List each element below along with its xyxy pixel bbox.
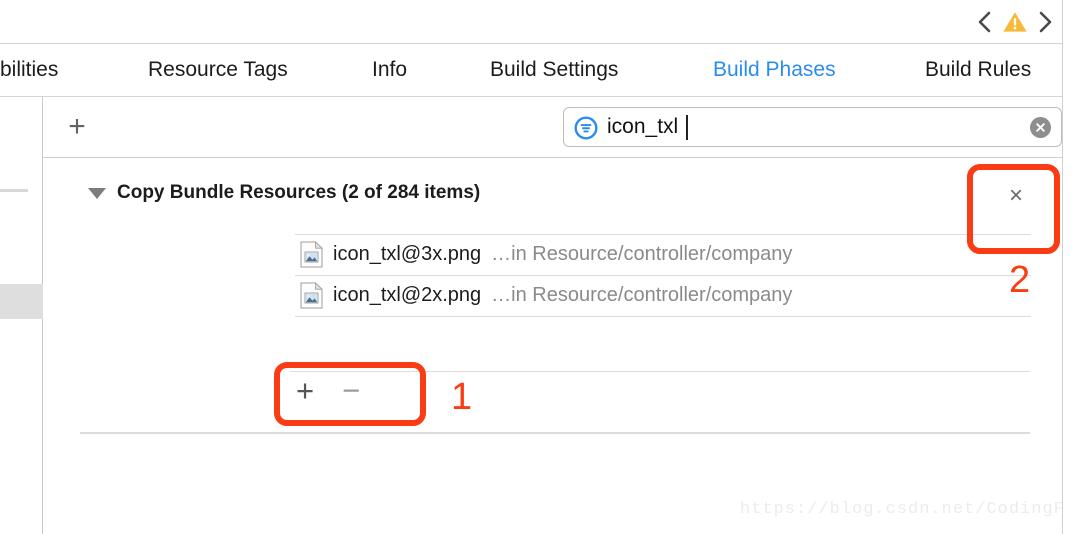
right-edge-fill <box>1063 0 1076 534</box>
list-separator-mid <box>295 275 1031 276</box>
warning-triangle-icon[interactable] <box>1002 10 1028 34</box>
annotation-label-1: 1 <box>451 376 473 418</box>
add-remove-buttons: + − <box>296 375 360 406</box>
add-phase-button[interactable]: + <box>59 109 95 145</box>
annotation-box-2 <box>967 164 1060 254</box>
add-file-button[interactable]: + <box>296 375 314 406</box>
tab-build-rules[interactable]: Build Rules <box>925 44 1031 96</box>
list-separator-top <box>295 234 1031 235</box>
tab-resource-tags[interactable]: Resource Tags <box>148 44 288 96</box>
file-name: icon_txl@3x.png <box>333 242 482 265</box>
phase-header[interactable]: Copy Bundle Resources (2 of 284 items) <box>88 182 480 204</box>
phase-toolbar: + icon_txl <box>43 97 1062 158</box>
sidebar-selected-item[interactable] <box>0 284 43 319</box>
filter-circle-icon[interactable] <box>574 116 598 140</box>
phase-close-button[interactable]: × <box>1003 183 1029 209</box>
file-path: …in Resource/controller/company <box>491 242 793 265</box>
footer-separator-top <box>290 371 1030 372</box>
sidebar-divider <box>0 189 28 192</box>
tab-capabilities[interactable]: bilities <box>0 44 58 96</box>
search-input-value[interactable]: icon_txl <box>607 108 678 146</box>
clear-search-button[interactable] <box>1030 117 1051 138</box>
xcode-build-phases-screen: bilities Resource Tags Info Build Settin… <box>0 0 1076 534</box>
tab-build-settings[interactable]: Build Settings <box>490 44 618 96</box>
png-file-icon <box>300 240 323 267</box>
text-caret <box>686 115 688 140</box>
editor-tab-bar: bilities Resource Tags Info Build Settin… <box>0 44 1076 97</box>
top-bar <box>0 0 1076 44</box>
annotation-label-2: 2 <box>1009 259 1031 301</box>
navigation-cluster <box>976 0 1054 44</box>
list-separator-bottom <box>295 316 1031 317</box>
chevron-right-icon[interactable] <box>1036 9 1054 35</box>
file-list-item-1[interactable]: icon_txl@2x.png …in Resource/controller/… <box>300 278 792 312</box>
triangle-down-icon[interactable] <box>88 187 106 199</box>
png-file-icon <box>300 281 323 308</box>
file-list-item-0[interactable]: icon_txl@3x.png …in Resource/controller/… <box>300 237 792 271</box>
file-path: …in Resource/controller/company <box>491 283 793 306</box>
remove-file-button[interactable]: − <box>342 375 360 406</box>
tab-info[interactable]: Info <box>372 44 407 96</box>
watermark: https://blog.csdn.net/CodingFire <box>740 500 1076 519</box>
project-navigator-sidebar[interactable] <box>0 97 43 534</box>
file-name: icon_txl@2x.png <box>333 283 482 306</box>
tab-build-phases[interactable]: Build Phases <box>713 44 836 96</box>
chevron-left-icon[interactable] <box>976 9 994 35</box>
phase-title: Copy Bundle Resources (2 of 284 items) <box>117 182 481 203</box>
search-field[interactable]: icon_txl <box>563 107 1062 147</box>
footer-separator-bottom <box>80 432 1030 434</box>
right-edge-divider <box>1062 0 1063 534</box>
